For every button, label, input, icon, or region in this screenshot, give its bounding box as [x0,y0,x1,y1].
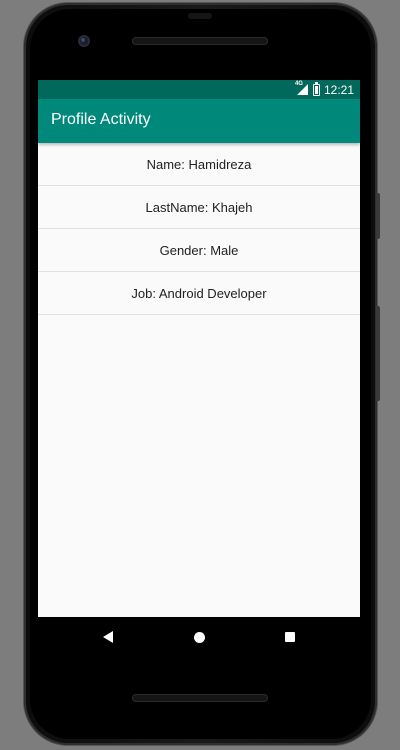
battery-icon [312,81,320,96]
top-speaker [132,37,268,45]
profile-row-gender: Gender: Male [38,229,360,272]
back-icon[interactable] [100,629,116,645]
status-time: 12:21 [323,82,354,97]
navigation-bar [38,617,360,656]
bottom-speaker [132,694,268,702]
toolbar-title: Profile Activity [51,111,151,128]
profile-row-job: Job: Android Developer [38,272,360,315]
home-icon[interactable] [191,629,207,645]
profile-list: Name: Hamidreza LastName: Khajeh Gender:… [38,143,360,617]
volume-button [376,306,380,401]
profile-row-name: Name: Hamidreza [38,143,360,186]
profile-row-lastname: LastName: Khajeh [38,186,360,229]
top-sensor-slot [188,13,212,19]
status-icons: 4G 12:21 [295,81,354,97]
status-bar: 4G 12:21 [38,80,360,99]
device-screen: 4G 12:21 Profile Activity Name: Hamidrez… [38,80,360,656]
front-camera [78,35,90,47]
recents-icon[interactable] [282,629,298,645]
app-toolbar: Profile Activity [38,99,360,143]
power-button [376,193,380,239]
signal-icon: 4G [295,81,309,96]
